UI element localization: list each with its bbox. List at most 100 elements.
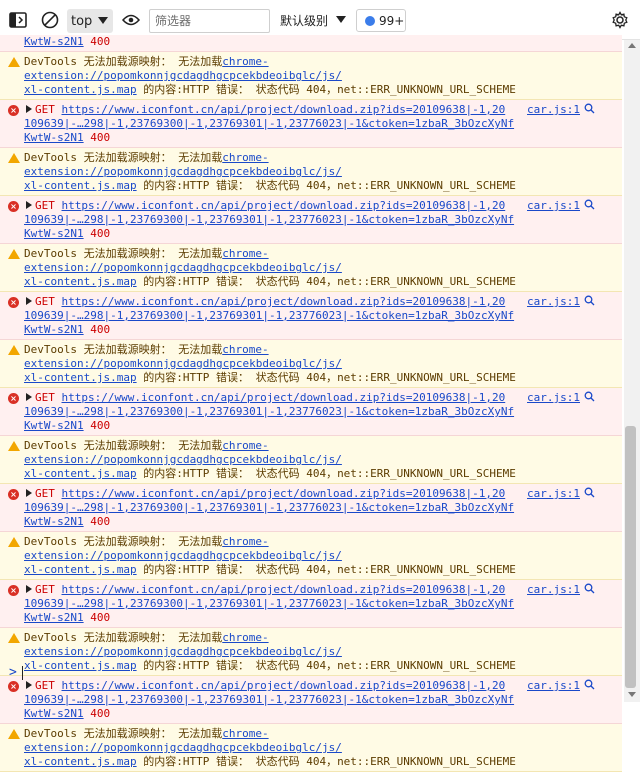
request-url[interactable]: KwtW-s2N1	[24, 323, 84, 336]
status-code: 400	[90, 515, 111, 528]
search-icon[interactable]	[584, 391, 595, 402]
clear-console-icon[interactable]	[40, 10, 60, 30]
status-code: 400	[90, 419, 111, 432]
request-url[interactable]: KwtW-s2N1	[24, 131, 84, 144]
filter-input[interactable]	[149, 9, 270, 33]
log-message-error: × GET https://www.iconfont.cn/api/project…	[0, 100, 622, 148]
expand-triangle-icon[interactable]	[26, 489, 32, 497]
request-url[interactable]: 109639|-…298|-1,23769300|-1,23769301|-1,…	[24, 213, 514, 226]
warning-detail: 的内容:HTTP 错误： 状态代码 404，net::ERR_UNKNOWN_U…	[136, 179, 516, 192]
warning-icon	[8, 153, 20, 163]
error-icon: ×	[8, 489, 19, 500]
search-icon[interactable]	[584, 487, 595, 498]
request-url[interactable]: 109639|-…298|-1,23769300|-1,23769301|-1,…	[24, 405, 514, 418]
source-map-link[interactable]: xl-content.js.map	[24, 83, 137, 96]
context-selector[interactable]: top	[67, 9, 113, 33]
source-map-link[interactable]: xl-content.js.map	[24, 371, 137, 384]
error-icon: ×	[8, 201, 19, 212]
source-map-link[interactable]: xl-content.js.map	[24, 179, 137, 192]
source-location-link[interactable]: car.js:1	[527, 391, 580, 405]
log-level-selector[interactable]: 默认级别	[280, 12, 328, 29]
source-location-link[interactable]: car.js:1	[527, 199, 580, 213]
request-url[interactable]: KwtW-s2N1	[24, 515, 84, 528]
source-map-link[interactable]: xl-content.js.map	[24, 275, 137, 288]
sidebar-toggle-icon[interactable]	[8, 10, 28, 30]
expand-triangle-icon[interactable]	[26, 201, 32, 209]
error-icon: ×	[8, 297, 19, 308]
request-url[interactable]: https://www.iconfont.cn/api/project/down…	[62, 391, 506, 404]
request-method: GET	[35, 487, 55, 500]
log-message-warning: DevTools 无法加载源映射： 无法加载chrome-extension:/…	[0, 244, 622, 292]
gear-icon[interactable]	[610, 10, 630, 30]
status-code: 400	[90, 131, 111, 144]
source-map-link[interactable]: xl-content.js.map	[24, 755, 137, 768]
status-code: 400	[90, 707, 111, 720]
text-cursor	[22, 666, 23, 680]
warning-text: DevTools 无法加载源映射： 无法加载	[24, 439, 223, 452]
warning-text: DevTools 无法加载源映射： 无法加载	[24, 535, 223, 548]
request-url[interactable]: 109639|-…298|-1,23769300|-1,23769301|-1,…	[24, 597, 514, 610]
request-url[interactable]: https://www.iconfont.cn/api/project/down…	[62, 295, 506, 308]
request-method: GET	[35, 103, 55, 116]
search-icon[interactable]	[584, 103, 595, 114]
warning-text: DevTools 无法加载源映射： 无法加载	[24, 247, 223, 260]
chevron-down-icon[interactable]	[336, 16, 346, 23]
source-location-link[interactable]: car.js:1	[527, 487, 580, 501]
expand-triangle-icon[interactable]	[26, 393, 32, 401]
search-icon[interactable]	[584, 199, 595, 210]
eye-icon[interactable]	[121, 10, 141, 30]
expand-triangle-icon[interactable]	[26, 105, 32, 113]
log-message-warning: DevTools 无法加载源映射： 无法加载chrome-extension:/…	[0, 532, 622, 580]
source-location-link[interactable]: car.js:1	[527, 103, 580, 117]
expand-triangle-icon[interactable]	[26, 681, 32, 689]
status-code: 400	[90, 611, 111, 624]
request-url[interactable]: KwtW-s2N1	[24, 419, 84, 432]
issues-badge[interactable]: 99+	[356, 9, 406, 32]
source-map-link[interactable]: xl-content.js.map	[24, 563, 137, 576]
log-message-error: × GET https://www.iconfont.cn/api/project…	[0, 196, 622, 244]
log-message-error: × GET https://www.iconfont.cn/api/project…	[0, 676, 622, 724]
scroll-down-icon[interactable]	[628, 692, 636, 697]
request-url[interactable]: KwtW-s2N1	[24, 35, 84, 48]
warning-text: DevTools 无法加载源映射： 无法加载	[24, 631, 223, 644]
scrollbar-thumb[interactable]	[625, 426, 636, 688]
error-icon: ×	[8, 585, 19, 596]
issues-count: 99+	[379, 13, 405, 28]
warning-icon	[8, 249, 20, 259]
request-url[interactable]: https://www.iconfont.cn/api/project/down…	[62, 487, 506, 500]
expand-triangle-icon[interactable]	[26, 585, 32, 593]
issues-icon	[365, 15, 375, 26]
search-icon[interactable]	[584, 295, 595, 306]
search-icon[interactable]	[584, 583, 595, 594]
chevron-down-icon	[98, 17, 108, 24]
log-message-error: × GET https://www.iconfont.cn/api/project…	[0, 484, 622, 532]
warning-text: DevTools 无法加载源映射： 无法加载	[24, 727, 223, 740]
request-url[interactable]: https://www.iconfont.cn/api/project/down…	[62, 583, 506, 596]
console-prompt[interactable]: >	[0, 662, 622, 682]
request-url[interactable]: 109639|-…298|-1,23769300|-1,23769301|-1,…	[24, 693, 514, 706]
log-message-error: × GET https://www.iconfont.cn/api/project…	[0, 292, 622, 340]
warning-detail: 的内容:HTTP 错误： 状态代码 404，net::ERR_UNKNOWN_U…	[136, 371, 516, 384]
request-url[interactable]: KwtW-s2N1	[24, 611, 84, 624]
status-code: 400	[90, 35, 111, 48]
error-icon: ×	[8, 105, 19, 116]
expand-triangle-icon[interactable]	[26, 297, 32, 305]
request-url[interactable]: KwtW-s2N1	[24, 707, 84, 720]
request-url[interactable]: KwtW-s2N1	[24, 227, 84, 240]
request-method: GET	[35, 199, 55, 212]
request-method: GET	[35, 583, 55, 596]
request-url[interactable]: 109639|-…298|-1,23769300|-1,23769301|-1,…	[24, 309, 514, 322]
warning-icon	[8, 729, 20, 739]
request-url[interactable]: https://www.iconfont.cn/api/project/down…	[62, 199, 506, 212]
request-url[interactable]: 109639|-…298|-1,23769300|-1,23769301|-1,…	[24, 117, 514, 130]
source-map-link[interactable]: xl-content.js.map	[24, 467, 137, 480]
warning-detail: 的内容:HTTP 错误： 状态代码 404，net::ERR_UNKNOWN_U…	[136, 755, 516, 768]
log-message-error: × GET https://www.iconfont.cn/api/project…	[0, 580, 622, 628]
scroll-up-icon[interactable]	[628, 43, 636, 48]
warning-detail: 的内容:HTTP 错误： 状态代码 404，net::ERR_UNKNOWN_U…	[136, 83, 516, 96]
request-url[interactable]: https://www.iconfont.cn/api/project/down…	[62, 103, 506, 116]
request-url[interactable]: 109639|-…298|-1,23769300|-1,23769301|-1,…	[24, 501, 514, 514]
source-location-link[interactable]: car.js:1	[527, 295, 580, 309]
source-location-link[interactable]: car.js:1	[527, 583, 580, 597]
log-message-warning: DevTools 无法加载源映射： 无法加载chrome-extension:/…	[0, 148, 622, 196]
